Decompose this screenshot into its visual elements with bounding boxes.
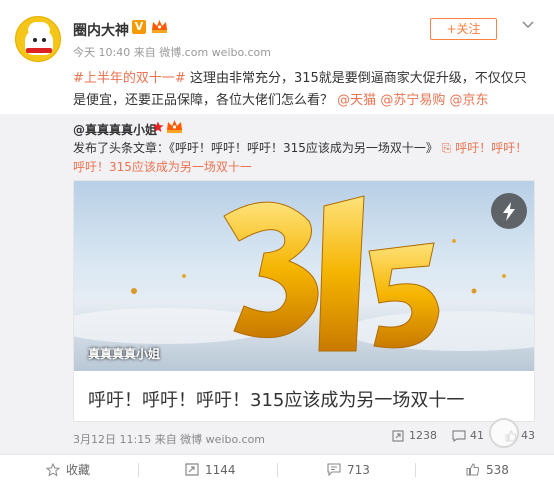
avatar[interactable] bbox=[15, 16, 61, 62]
verified-v-icon: V bbox=[132, 20, 146, 34]
star-icon bbox=[46, 462, 60, 477]
favorite-button[interactable]: 收藏 bbox=[46, 455, 90, 483]
mention-jd[interactable]: @京东 bbox=[449, 93, 488, 108]
mention-tmall[interactable]: @天猫 bbox=[337, 93, 376, 108]
repost-box: @真真真真小姐 发布了头条文章：《呼吁！呼吁！呼吁！315应该成为另一场双十一》… bbox=[0, 114, 554, 454]
repost-count-value: 1238 bbox=[409, 429, 437, 442]
comment-count[interactable]: 41 bbox=[452, 429, 484, 442]
comment-label: 713 bbox=[347, 462, 370, 477]
mention-suning[interactable]: @苏宁易购 bbox=[380, 93, 445, 108]
comment-icon bbox=[452, 429, 466, 442]
repost-meta: 3月12日 11:15 来自 微博 weibo.com bbox=[73, 433, 266, 446]
favorite-label: 收藏 bbox=[66, 463, 91, 477]
like-label: 538 bbox=[486, 462, 509, 477]
repost-icon bbox=[392, 429, 404, 442]
repost-button[interactable]: 1144 bbox=[185, 455, 236, 483]
cover-caption: 真真真真小姐 bbox=[88, 347, 161, 361]
315-graphic bbox=[74, 195, 534, 371]
chevron-down-icon[interactable] bbox=[518, 16, 538, 32]
follow-button[interactable]: +关注 bbox=[430, 18, 497, 40]
comment-count-value: 41 bbox=[470, 429, 484, 442]
hashtag-link[interactable]: #上半年的双十一# bbox=[73, 71, 186, 86]
repost-label: 1144 bbox=[205, 462, 236, 477]
comment-icon bbox=[327, 463, 341, 476]
repost-user[interactable]: @真真真真小姐 bbox=[73, 121, 157, 138]
flash-icon[interactable] bbox=[491, 193, 527, 229]
thumbs-up-icon bbox=[466, 463, 480, 476]
weibo-post: 圈内大神 V 今天 10:40 来自 微博.com weibo.com +关注 … bbox=[0, 0, 554, 483]
vip-crown-icon bbox=[167, 120, 182, 133]
author-name[interactable]: 圈内大神 bbox=[73, 20, 129, 40]
repost-text: 发布了头条文章：《呼吁！呼吁！呼吁！315应该成为另一场双十一》 ⎘ 呼吁！呼吁… bbox=[73, 139, 535, 177]
like-button[interactable]: 538 bbox=[466, 455, 509, 483]
article-title[interactable]: 呼吁！呼吁！呼吁！315应该成为另一场双十一 bbox=[88, 386, 464, 412]
repost-body: 发布了头条文章：《呼吁！呼吁！呼吁！315应该成为另一场双十一》 bbox=[73, 141, 438, 155]
like-count-value: 43 bbox=[521, 429, 535, 442]
action-bar: 收藏 1144 713 538 bbox=[0, 454, 554, 483]
watermark-logo bbox=[489, 418, 519, 448]
vip-crown-icon bbox=[152, 20, 167, 33]
post-meta: 今天 10:40 来自 微博.com weibo.com bbox=[73, 46, 272, 59]
repost-icon bbox=[185, 463, 199, 476]
comment-button[interactable]: 713 bbox=[327, 455, 370, 483]
post-text: #上半年的双十一# 这理由非常充分，315就是要倒逼商家大促升级，不仅仅只是便宜… bbox=[73, 68, 538, 112]
star-badge-icon bbox=[152, 121, 164, 132]
repost-count[interactable]: 1238 bbox=[391, 429, 437, 442]
article-link-icon[interactable]: ⎘ bbox=[442, 141, 452, 155]
article-card[interactable]: 真真真真小姐 呼吁！呼吁！呼吁！315应该成为另一场双十一 bbox=[73, 180, 535, 422]
article-cover-image[interactable]: 真真真真小姐 bbox=[74, 181, 534, 371]
